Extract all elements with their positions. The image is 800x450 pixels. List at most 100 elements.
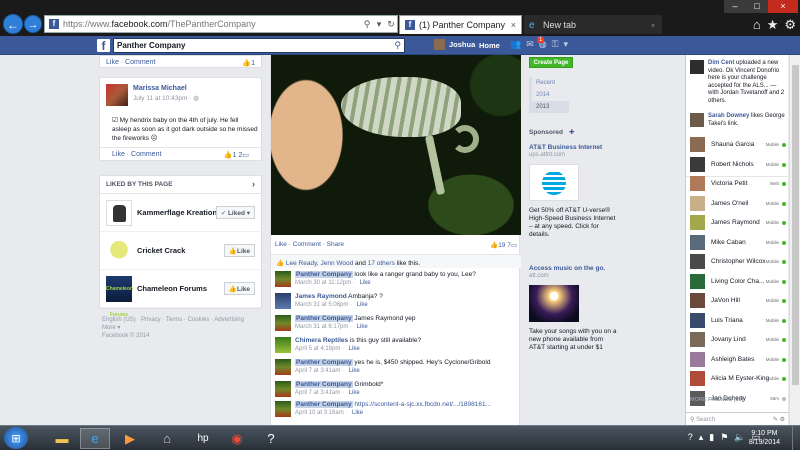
new-tab-button[interactable]: ▫ — [644, 15, 662, 34]
year-2014[interactable]: 2014 — [532, 89, 569, 101]
flag-icon[interactable]: ⚑ — [720, 432, 728, 443]
comment-author[interactable]: Chimera Reptiles — [295, 337, 348, 344]
facebook-search-input[interactable]: Panther Company ⚲ — [113, 38, 405, 53]
create-page-button[interactable]: Create Page — [529, 57, 573, 68]
url-text[interactable]: https://www.facebook.com/ThePantherCompa… — [63, 19, 361, 29]
chevron-right-icon[interactable]: › — [252, 179, 255, 189]
maximize-button[interactable]: □ — [746, 0, 768, 13]
avatar[interactable] — [275, 271, 291, 287]
comment-like-link[interactable]: Like — [349, 390, 360, 396]
ticker-item[interactable]: Dim Cent uploaded a new video. Ok Vincen… — [690, 60, 785, 105]
avatar[interactable] — [275, 381, 291, 397]
chat-search-input[interactable]: ✎ ⚙ ⚲ Search — [686, 412, 789, 425]
liked-by-page-header[interactable]: LIKED BY THIS PAGE › — [100, 176, 261, 194]
comment-like-link[interactable]: Like — [352, 410, 363, 416]
close-window-button[interactable]: × — [768, 0, 798, 13]
year-recent[interactable]: Recent — [532, 77, 569, 89]
comment-like-link[interactable]: Like — [360, 280, 371, 286]
comment-timestamp[interactable]: April 7 at 3:41am — [295, 390, 340, 396]
tab-new[interactable]: e New tab — [524, 15, 644, 34]
comment-author[interactable]: Panther Company — [295, 271, 353, 278]
privacy-lock-icon[interactable]: ⚿ — [552, 39, 559, 50]
network-icon[interactable]: ▮ — [709, 432, 714, 443]
comment-like-link[interactable]: Like — [349, 368, 360, 374]
home-icon[interactable]: ⌂ — [753, 17, 761, 33]
more-friends-header[interactable]: MORE FRIENDS (39) — [690, 397, 743, 403]
refresh-icon[interactable]: ↻ — [385, 19, 397, 30]
ad-title[interactable]: Access music on the go. — [529, 265, 617, 273]
avatar[interactable] — [275, 315, 291, 331]
chat-friend[interactable]: Shauna Garcia Mobile — [686, 135, 789, 155]
show-hidden-icons-icon[interactable]: ▴ — [699, 432, 704, 443]
taskbar-clock[interactable]: 9:10 PM 8/19/2014 — [749, 429, 780, 447]
post-author[interactable]: Marissa Michael — [133, 85, 187, 92]
favorites-star-icon[interactable]: ★ — [767, 17, 779, 33]
friend-requests-icon[interactable]: 👥 — [510, 39, 521, 50]
help-tray-icon[interactable]: ? — [688, 432, 693, 443]
start-button[interactable]: ⊞ — [4, 427, 28, 449]
comment-timestamp[interactable]: April 10 at 3:16am — [295, 410, 344, 416]
chat-friend[interactable]: Luis Triana Mobile — [686, 311, 789, 331]
comment-timestamp[interactable]: April 7 at 3:41am — [295, 368, 340, 374]
comment-timestamp[interactable]: April 5 at 4:18pm — [295, 346, 340, 352]
like-button[interactable]: 👍Like — [223, 282, 255, 295]
year-2013[interactable]: 2013 — [532, 101, 569, 113]
comment-like-link[interactable]: Like — [357, 302, 368, 308]
close-tab-icon[interactable]: × — [511, 20, 516, 30]
page-thumbnail[interactable] — [106, 238, 132, 264]
settings-gear-icon[interactable]: ⚙ — [784, 17, 796, 33]
page-name[interactable]: Kammerflage Kreations — [137, 208, 221, 217]
comment-author[interactable]: Panther Company — [295, 315, 353, 322]
create-ad-plus-icon[interactable]: ✚ — [569, 129, 574, 136]
search-icon[interactable]: ⚲ — [394, 40, 401, 51]
taskbar-file-explorer[interactable]: ▬ — [47, 428, 77, 449]
facebook-logo-icon[interactable]: f — [97, 39, 110, 53]
scrollbar-thumb[interactable] — [792, 65, 799, 385]
att-globe-logo[interactable] — [529, 164, 579, 201]
search-icon[interactable]: ⚲ — [361, 19, 373, 30]
chat-friend[interactable]: Living Color Cha... Mobile — [686, 272, 789, 292]
avatar[interactable] — [275, 337, 291, 353]
ticker-item[interactable]: Sarah Downey likes George Takei's link. — [690, 113, 785, 128]
volume-icon[interactable]: 🔈 — [734, 432, 745, 443]
avatar[interactable] — [275, 401, 291, 417]
taskbar-hp[interactable]: hp — [188, 428, 218, 449]
dropdown-icon[interactable]: ▾ — [373, 19, 385, 30]
ad-att-music[interactable]: Access music on the go. att.com Take you… — [529, 265, 617, 352]
taskbar-devices[interactable]: ⌂ — [152, 428, 182, 449]
ad-title[interactable]: AT&T Business Internet — [529, 144, 617, 152]
chat-friend[interactable]: Victoria Petit Web — [686, 174, 789, 194]
comment-like-link[interactable]: Like — [349, 346, 360, 352]
liked-button[interactable]: ✓ Liked ▾ — [215, 206, 255, 219]
forward-button[interactable]: → — [24, 15, 42, 33]
taskbar-internet-explorer[interactable]: e — [80, 428, 110, 449]
like-comment-links[interactable]: Like · Comment — [106, 59, 155, 66]
chat-friend[interactable]: JaVon Hill Mobile — [686, 291, 789, 311]
comment-like-link[interactable]: Like — [357, 324, 368, 330]
chat-options-icons[interactable]: ✎ ⚙ — [773, 416, 785, 423]
avatar[interactable] — [106, 84, 128, 106]
chat-friend[interactable]: Ashleigh Bates Mobile — [686, 350, 789, 370]
chat-friend[interactable]: Alicia M Eyster-King Mobile — [686, 369, 789, 389]
address-bar[interactable]: f https://www.facebook.com/ThePantherCom… — [44, 15, 398, 33]
chat-friend[interactable]: James Raymond Mobile — [686, 213, 789, 233]
comment-timestamp[interactable]: March 31 at 6:17pm — [295, 324, 348, 330]
like-button[interactable]: 👍Like — [223, 244, 255, 257]
taskbar-chrome[interactable]: ◉ — [222, 428, 252, 449]
taskbar-help[interactable]: ? — [256, 428, 286, 449]
chat-friend[interactable]: Mike Caban Mobile — [686, 233, 789, 253]
concert-image[interactable] — [529, 285, 579, 322]
comment-timestamp[interactable]: March 31 at 5:06pm — [295, 302, 348, 308]
comment-author[interactable]: Panther Company — [295, 401, 353, 408]
comment-timestamp[interactable]: March 30 at 11:12pm — [295, 280, 351, 286]
like-comment-links[interactable]: Like · Comment — [112, 151, 161, 158]
comment-author[interactable]: Panther Company — [295, 381, 353, 388]
chat-friend[interactable]: James O'neil Mobile — [686, 194, 789, 214]
show-desktop-button[interactable] — [792, 426, 800, 450]
profile-link[interactable]: Joshua — [434, 39, 475, 50]
back-button[interactable]: ← — [3, 14, 23, 34]
page-thumbnail[interactable]: Chameleon Forums — [106, 276, 133, 318]
avatar[interactable] — [275, 359, 291, 375]
like-comment-share-links[interactable]: Like · Comment · Share — [275, 241, 344, 249]
chat-friend[interactable]: Christopher Wilcox Mobile — [686, 252, 789, 272]
